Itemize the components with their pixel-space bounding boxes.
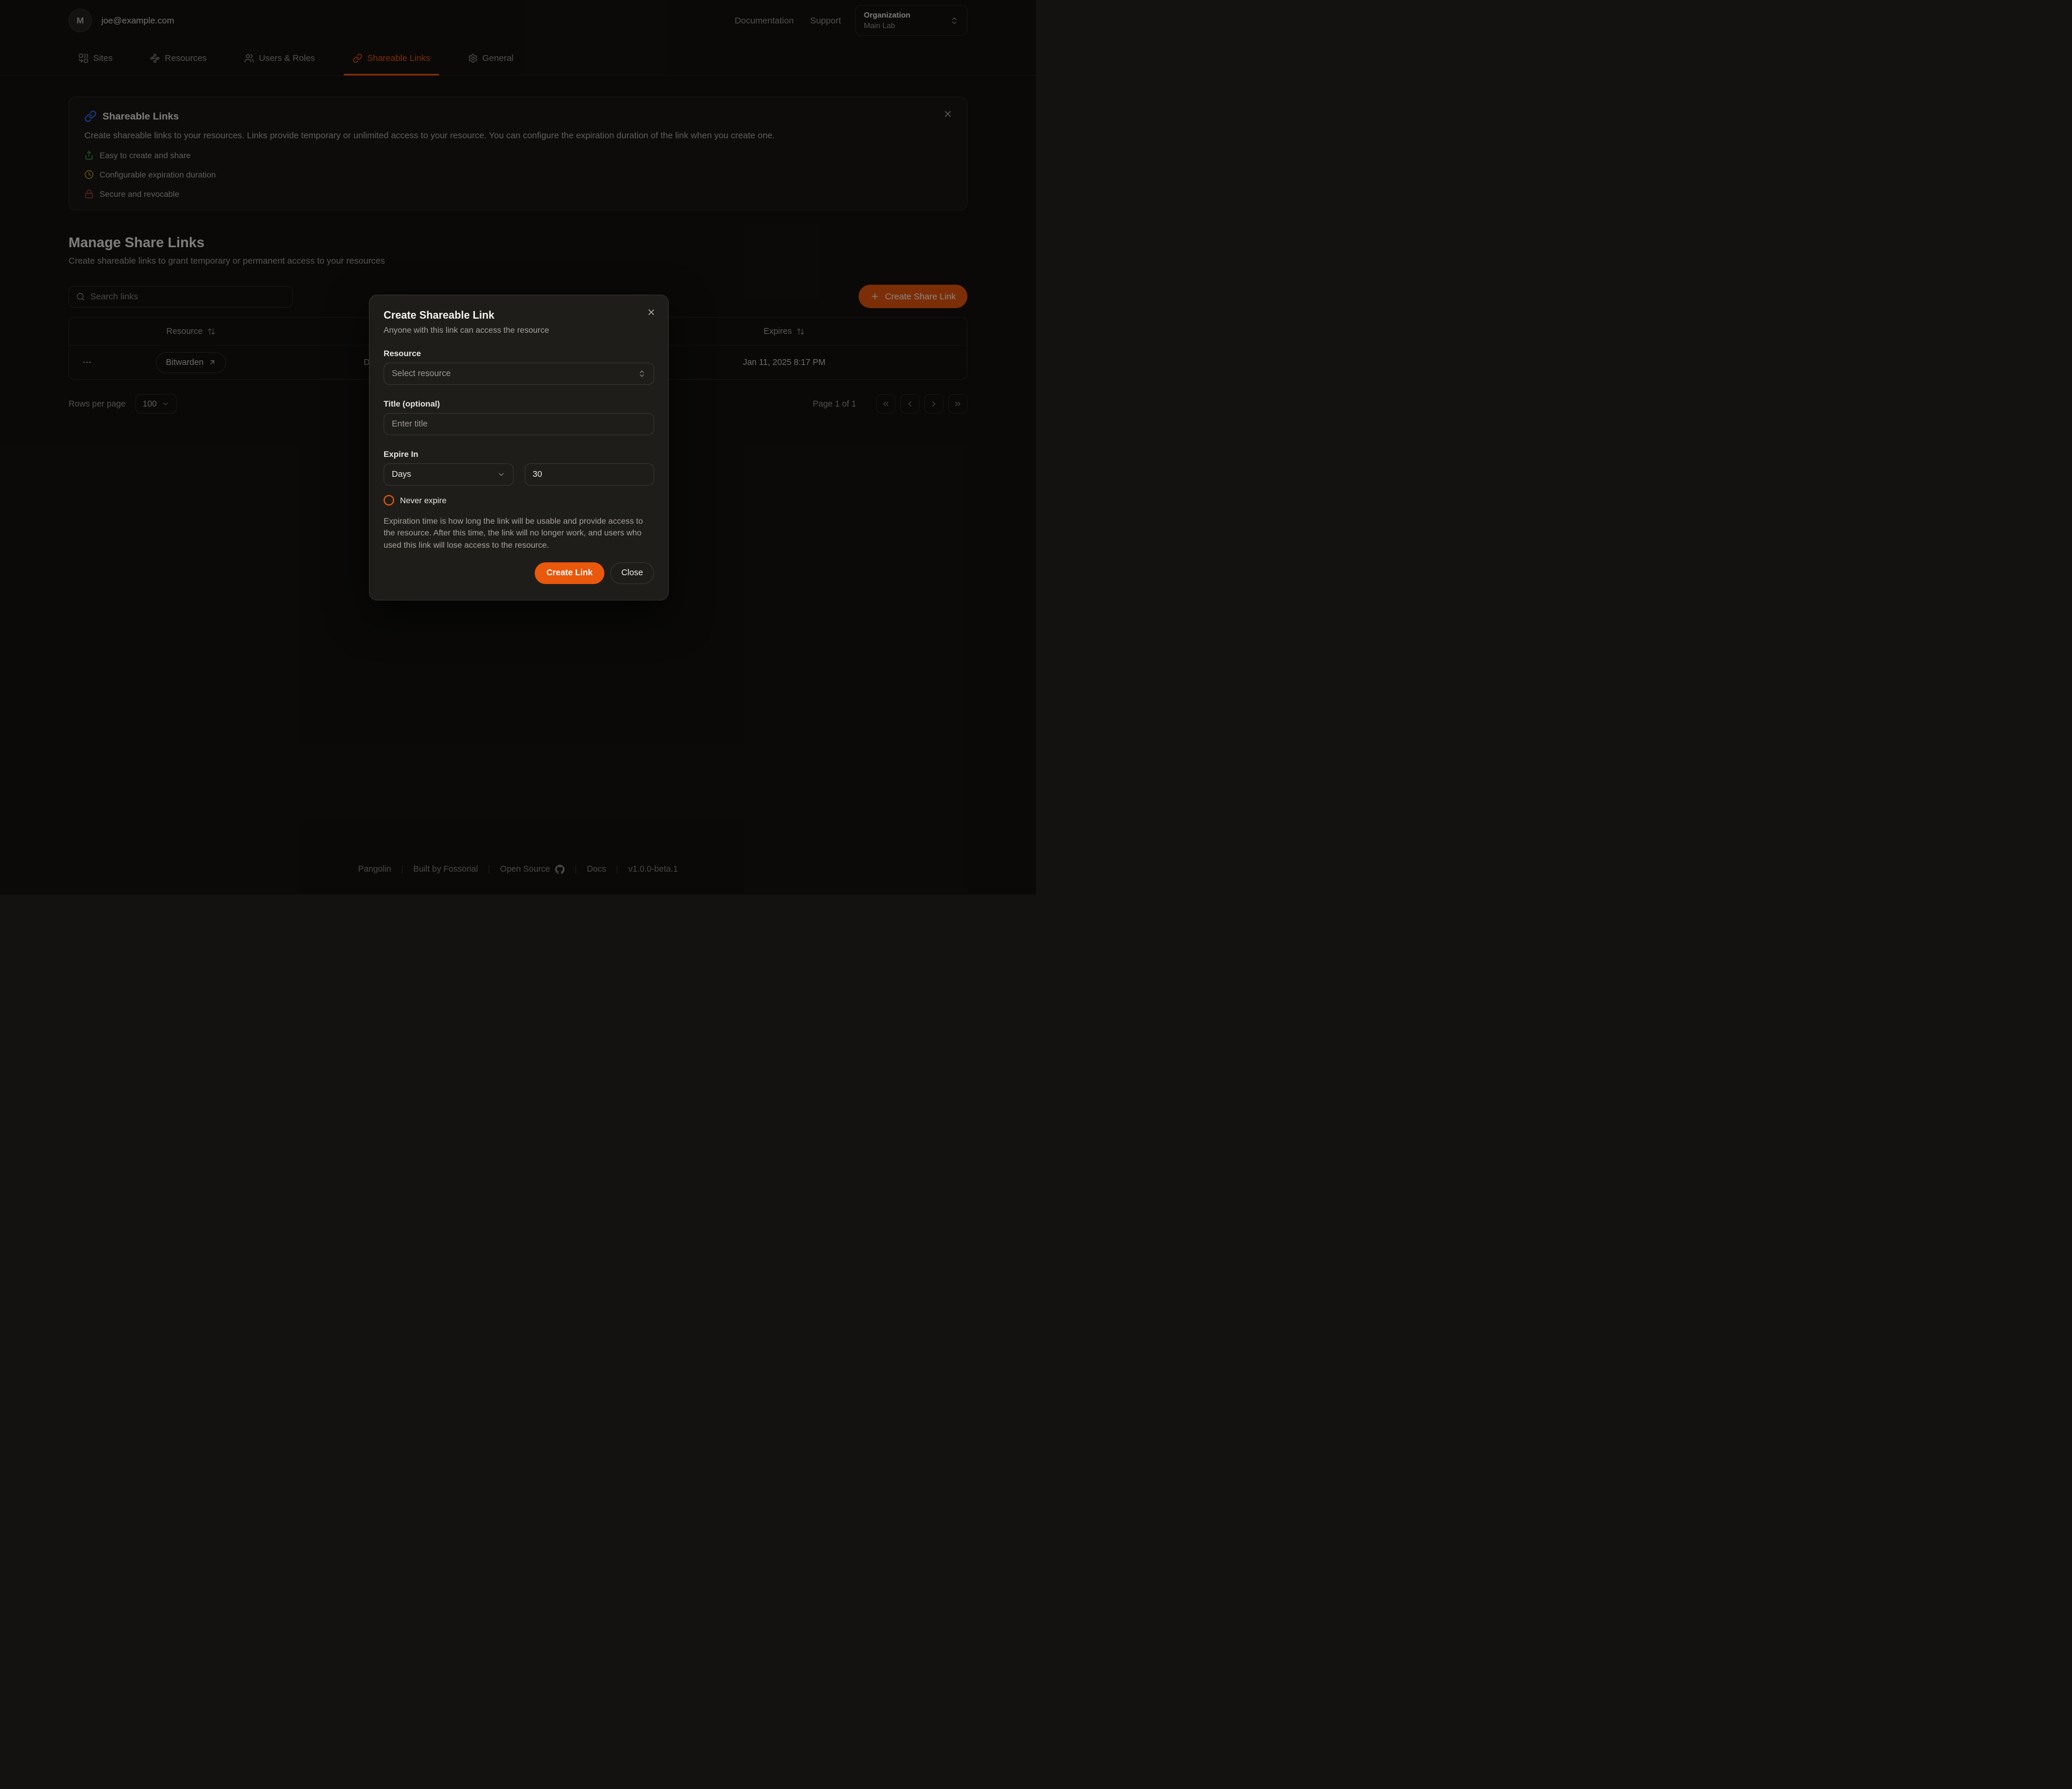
expiration-note: Expiration time is how long the link wil… bbox=[384, 515, 654, 551]
never-expire-label: Never expire bbox=[400, 496, 446, 505]
expire-in-label: Expire In bbox=[384, 449, 654, 459]
title-input[interactable] bbox=[392, 419, 646, 429]
close-button[interactable]: Close bbox=[610, 562, 654, 584]
create-link-button[interactable]: Create Link bbox=[535, 562, 604, 584]
title-field bbox=[384, 413, 654, 435]
resource-field-label: Resource bbox=[384, 349, 654, 358]
create-shareable-link-modal: Create Shareable Link Anyone with this l… bbox=[369, 295, 669, 600]
resource-select-placeholder: Select resource bbox=[392, 369, 451, 378]
resource-select[interactable]: Select resource bbox=[384, 363, 654, 385]
expire-unit-value: Days bbox=[392, 470, 411, 479]
modal-title: Create Shareable Link bbox=[384, 309, 654, 322]
chevrons-up-down-icon bbox=[638, 370, 646, 378]
never-expire-radio[interactable] bbox=[384, 495, 394, 506]
chevron-down-icon bbox=[497, 470, 505, 479]
title-field-label: Title (optional) bbox=[384, 399, 654, 408]
expire-value-field bbox=[525, 463, 655, 486]
expire-value-input[interactable] bbox=[533, 470, 647, 479]
modal-close-icon[interactable] bbox=[647, 308, 656, 317]
never-expire-option[interactable]: Never expire bbox=[384, 495, 654, 506]
expire-unit-select[interactable]: Days bbox=[384, 463, 514, 486]
modal-subtitle: Anyone with this link can access the res… bbox=[384, 325, 654, 334]
